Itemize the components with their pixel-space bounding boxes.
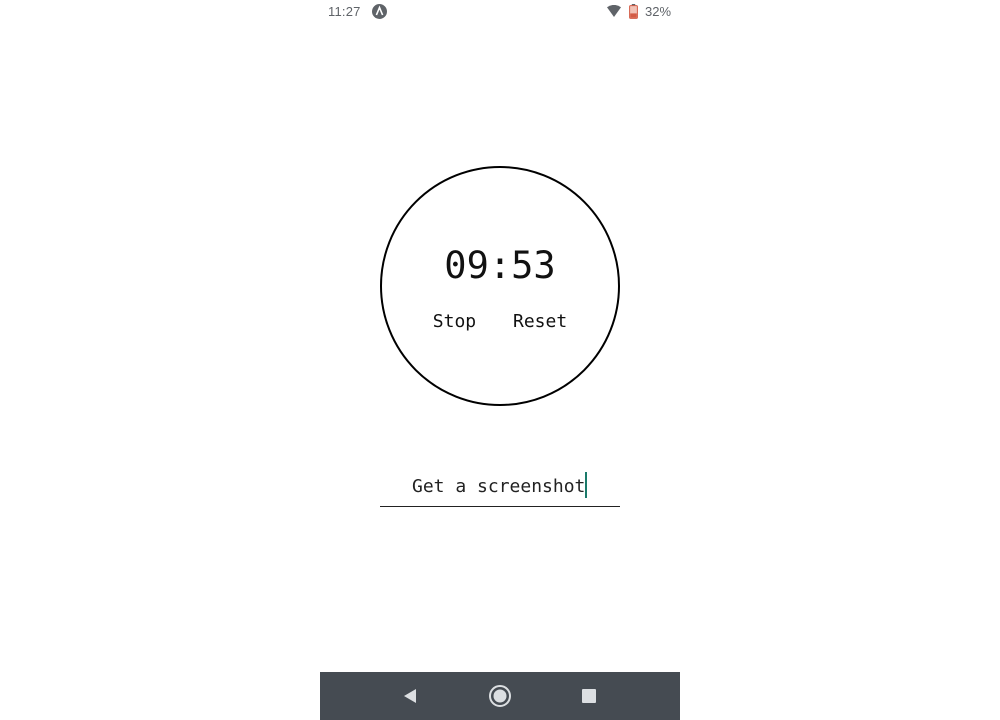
timer-controls: Stop Reset (382, 311, 618, 332)
circle-home-icon (489, 685, 511, 707)
battery-percentage: 32% (645, 4, 672, 19)
status-bar: 11:27 32% (320, 0, 680, 24)
reset-button[interactable]: Reset (511, 311, 569, 332)
battery-low-icon (629, 4, 638, 19)
a-circle-icon (372, 4, 387, 19)
recents-button[interactable] (565, 672, 613, 720)
status-time: 11:27 (328, 4, 361, 19)
text-caret (585, 472, 588, 498)
task-input-field[interactable]: Get a screenshot (380, 466, 620, 507)
triangle-back-icon (404, 689, 416, 703)
task-input-value: Get a screenshot (412, 476, 586, 497)
navigation-bar (320, 672, 680, 720)
timer-display: 09:53 (444, 244, 556, 287)
timer-circle: 09:53 Stop Reset (380, 166, 620, 406)
home-button[interactable] (476, 672, 524, 720)
task-input[interactable]: Get a screenshot (412, 472, 588, 498)
square-recents-icon (582, 689, 596, 703)
wifi-icon (607, 5, 621, 17)
back-button[interactable] (386, 672, 434, 720)
phone-screen: 11:27 32% 09:53 Stop Reset Get a screens… (320, 0, 680, 720)
stop-button[interactable]: Stop (431, 311, 478, 332)
